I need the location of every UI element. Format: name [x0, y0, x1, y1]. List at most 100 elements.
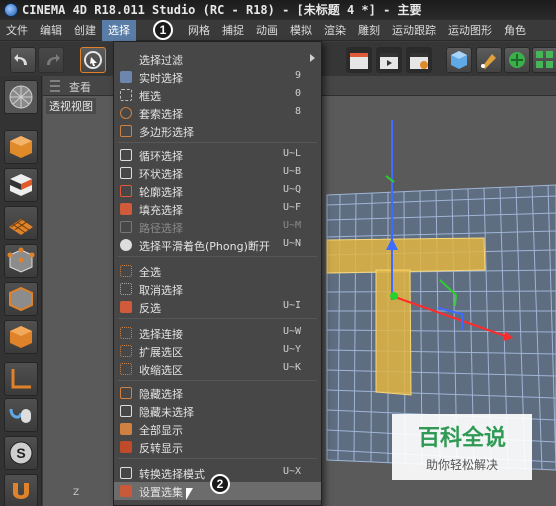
menu-separator: [118, 318, 317, 319]
render-view-button[interactable]: [346, 47, 372, 73]
select-all-icon: [120, 265, 132, 277]
mouse-cursor-icon: [186, 488, 193, 500]
menu-snap[interactable]: 捕捉: [216, 20, 250, 41]
left-tool-palette: S: [0, 76, 42, 506]
menu-item-ring-selection[interactable]: 环状选择 U~B: [114, 164, 321, 182]
menu-bar: 文件 编辑 创建 选择 网格 捕捉 动画 模拟 渲染 雕刻 运动跟踪 运动图形 …: [0, 20, 556, 41]
points-cube-icon: [7, 247, 35, 273]
subdivision-icon: [509, 52, 525, 68]
rectangle-selection-icon: [120, 89, 132, 101]
menu-create[interactable]: 创建: [68, 20, 102, 41]
menu-item-select-all[interactable]: 全选: [114, 262, 321, 280]
axis-mode-button[interactable]: [4, 362, 38, 396]
redo-icon: [47, 54, 60, 65]
menu-item-invert-selection[interactable]: 反选 U~I: [114, 298, 321, 316]
workplane-mode-button[interactable]: [4, 206, 38, 240]
menu-character[interactable]: 角色: [498, 20, 532, 41]
ring-selection-icon: [120, 167, 132, 179]
select-menu-dropdown: 选择过滤 实时选择 9 框选 0 套索选择 8 多边形选择 循环选择 U~L 环…: [113, 41, 322, 506]
menu-item-deselect-all[interactable]: 取消选择: [114, 280, 321, 298]
live-selection-icon: [84, 51, 102, 69]
unhide-all-icon: [120, 423, 132, 435]
menu-item-hide-unselected[interactable]: 隐藏未选择: [114, 402, 321, 420]
menu-item-rectangle-selection[interactable]: 框选 0: [114, 86, 321, 104]
render-picture-viewer-button[interactable]: [376, 47, 402, 73]
title-bar: CINEMA 4D R18.011 Studio (RC - R18) - [未…: [0, 0, 556, 20]
polygon-selection-icon: [120, 125, 132, 137]
menu-render[interactable]: 渲染: [318, 20, 352, 41]
menu-item-selection-filter[interactable]: 选择过滤: [114, 50, 321, 68]
tweak-mode-button[interactable]: [4, 398, 38, 432]
convert-selection-icon: [120, 467, 132, 479]
magnet-icon: [13, 483, 29, 499]
menu-separator: [118, 142, 317, 143]
live-selection-icon: [120, 71, 132, 83]
menu-animate[interactable]: 动画: [250, 20, 284, 41]
watermark-subtitle: 助你轻松解决: [425, 458, 498, 472]
outline-selection-icon: [120, 185, 132, 197]
menu-motion-tracking[interactable]: 运动跟踪: [386, 20, 442, 41]
annotation-badge-2: 2: [210, 474, 230, 494]
menu-mesh[interactable]: 网格: [182, 20, 216, 41]
snap-button[interactable]: S: [4, 436, 38, 470]
menu-mograph[interactable]: 运动图形: [442, 20, 498, 41]
points-mode-button[interactable]: [4, 244, 38, 278]
cube-icon: [451, 51, 467, 69]
subdivision-surface-button[interactable]: [504, 47, 530, 73]
redo-button[interactable]: [38, 47, 64, 73]
magnet-button[interactable]: [4, 474, 38, 506]
menu-item-loop-selection[interactable]: 循环选择 U~L: [114, 146, 321, 164]
make-editable-button[interactable]: [4, 80, 38, 114]
texture-mode-button[interactable]: [4, 168, 38, 202]
fill-selection-icon: [120, 203, 132, 215]
menu-file[interactable]: 文件: [0, 20, 34, 41]
menu-edit[interactable]: 编辑: [34, 20, 68, 41]
polygons-mode-button[interactable]: [4, 320, 38, 354]
hide-unselected-icon: [120, 405, 132, 417]
cinema4d-app-icon: [4, 3, 18, 17]
menu-item-path-selection[interactable]: 路径选择 U~M: [114, 218, 321, 236]
checker-cube-icon: [10, 174, 32, 196]
render-settings-button[interactable]: [406, 47, 432, 73]
menu-item-hide-selected[interactable]: 隐藏选择: [114, 384, 321, 402]
menu-item-phong-break-selection[interactable]: 选择平滑着色(Phong)断开 U~N: [114, 236, 321, 254]
menu-select[interactable]: 选择: [102, 20, 136, 41]
menu-item-grow-selection[interactable]: 扩展选区 U~Y: [114, 342, 321, 360]
undo-button[interactable]: [10, 47, 36, 73]
menu-simulate[interactable]: 模拟: [284, 20, 318, 41]
menu-item-shrink-selection[interactable]: 收缩选区 U~K: [114, 360, 321, 378]
model-mode-button[interactable]: [4, 130, 38, 164]
pivot-handle: [390, 292, 398, 300]
menu-item-select-connected[interactable]: 选择连接 U~W: [114, 324, 321, 342]
menu-item-invert-visibility[interactable]: 反转显示: [114, 438, 321, 456]
edges-mode-button[interactable]: [4, 282, 38, 316]
viewport-menu-view[interactable]: 查看: [69, 79, 91, 95]
phong-icon: [120, 239, 132, 251]
menu-item-fill-selection[interactable]: 填充选择 U~F: [114, 200, 321, 218]
cube-model-icon: [10, 136, 32, 158]
viewport-grip-icon: [50, 80, 60, 92]
menu-item-lasso-selection[interactable]: 套索选择 8: [114, 104, 321, 122]
deselect-icon: [120, 283, 132, 295]
menu-item-live-selection[interactable]: 实时选择 9: [114, 68, 321, 86]
live-selection-tool-button[interactable]: [80, 47, 106, 73]
clapper-gear-icon: [410, 53, 428, 69]
world-axis-z-label: Z: [73, 488, 80, 498]
menu-item-unhide-all[interactable]: 全部显示: [114, 420, 321, 438]
watermark-title: 百科全说: [417, 426, 506, 451]
polygons-cube-icon: [10, 326, 32, 348]
submenu-arrow-icon: [310, 54, 315, 62]
menu-item-polygon-selection[interactable]: 多边形选择: [114, 122, 321, 140]
select-connected-icon: [120, 327, 132, 339]
menu-item-outline-selection[interactable]: 轮廓选择 U~Q: [114, 182, 321, 200]
annotation-badge-1: 1: [153, 20, 173, 40]
filter-icon: [120, 53, 132, 65]
path-selection-icon: [120, 221, 132, 233]
sphere-grid-icon: [9, 85, 33, 109]
edges-cube-icon: [9, 286, 33, 312]
array-object-button[interactable]: [532, 47, 556, 73]
menu-sculpt[interactable]: 雕刻: [352, 20, 386, 41]
pen-spline-button[interactable]: [476, 47, 502, 73]
cube-object-button[interactable]: [446, 47, 472, 73]
lasso-icon: [120, 107, 132, 119]
